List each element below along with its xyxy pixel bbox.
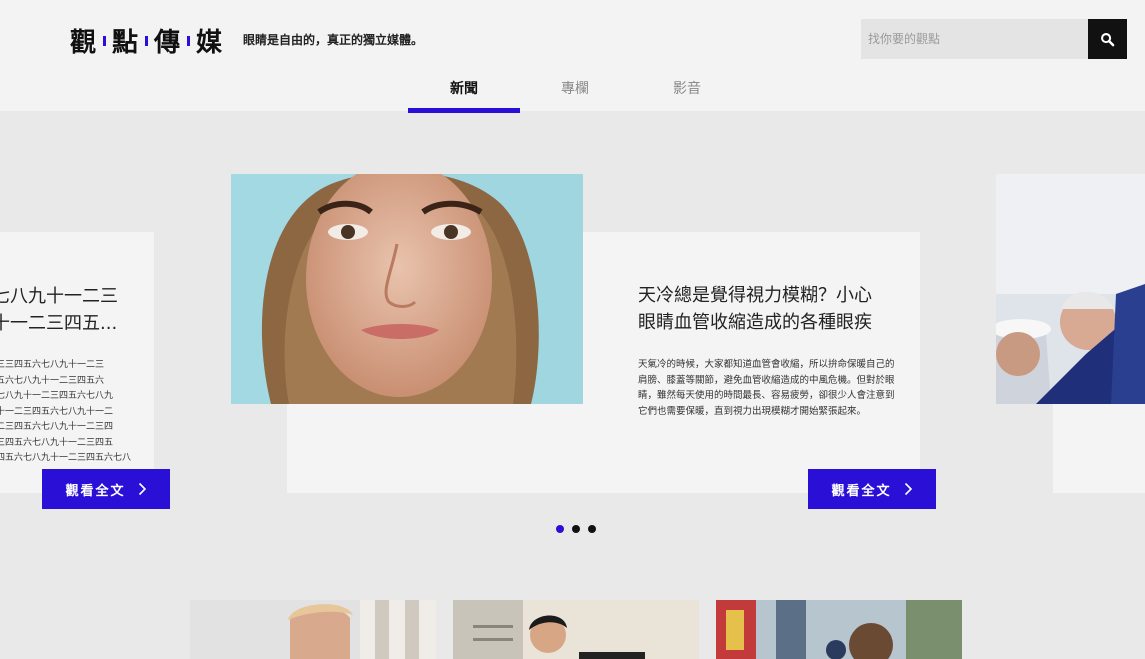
logo-char-4: 媒 — [196, 28, 224, 58]
article-headline-line1[interactable]: 天冷總是覺得視力模糊？小心 — [638, 282, 872, 309]
site-header: 觀 點 傳 媒 眼睛是自由的，真正的獨立媒體。 新聞 專欄 影音 — [0, 0, 1145, 113]
tab-columns[interactable]: 專欄 — [519, 78, 631, 113]
logo-separator — [103, 35, 107, 46]
main-nav: 新聞 專欄 影音 — [0, 78, 1145, 113]
carousel-pagination — [556, 525, 596, 533]
site-logo[interactable]: 觀 點 傳 媒 — [70, 22, 223, 59]
read-more-button-main[interactable]: 觀看全文 — [808, 469, 936, 509]
article-card-prev: 七八九十一二三 十一二三四五... 三三四五六七八九十一二三 五六七八九十一二三… — [0, 232, 154, 493]
article-photo-woman-face[interactable] — [231, 174, 583, 404]
article-photo-officials[interactable] — [996, 174, 1145, 404]
thumbnail-man-office[interactable] — [453, 600, 699, 659]
search-bar — [861, 19, 1127, 59]
thumbnail-politician[interactable] — [190, 600, 436, 659]
logo-separator — [187, 35, 191, 46]
thumbnail-street[interactable] — [716, 600, 962, 659]
article-headline-line1: 七八九十一二三 — [0, 286, 118, 307]
chevron-right-icon — [138, 482, 146, 496]
read-more-label: 觀看全文 — [831, 483, 892, 499]
logo-char-1: 觀 — [70, 28, 98, 58]
logo-char-2: 點 — [112, 28, 140, 58]
carousel-dot-2[interactable] — [572, 525, 580, 533]
tab-news[interactable]: 新聞 — [408, 78, 520, 113]
carousel-dot-3[interactable] — [588, 525, 596, 533]
site-slogan: 眼睛是自由的，真正的獨立媒體。 — [243, 33, 424, 47]
article-excerpt: 天氣冷的時候，大家都知道血管會收縮，所以拚命保暖自己的肩膀、膝蓋等關節，避免血管… — [638, 359, 895, 417]
logo-char-3: 傳 — [154, 28, 182, 58]
article-excerpt: 三三四五六七八九十一二三 五六七八九十一二三四五六 七八九十一二三四五六七八九 … — [0, 360, 131, 463]
tab-video[interactable]: 影音 — [631, 78, 743, 113]
article-headline-line2[interactable]: 眼睛血管收縮造成的各種眼疾 — [638, 309, 872, 336]
search-button[interactable] — [1088, 19, 1127, 59]
read-more-button-prev[interactable]: 觀看全文 — [42, 469, 170, 509]
search-icon — [1101, 32, 1115, 46]
logo-separator — [145, 35, 149, 46]
carousel-dot-1[interactable] — [556, 525, 564, 533]
search-input[interactable] — [861, 19, 1088, 59]
article-headline-line2: 十一二三四五... — [0, 313, 118, 334]
chevron-right-icon — [904, 482, 912, 496]
read-more-label: 觀看全文 — [65, 483, 126, 499]
